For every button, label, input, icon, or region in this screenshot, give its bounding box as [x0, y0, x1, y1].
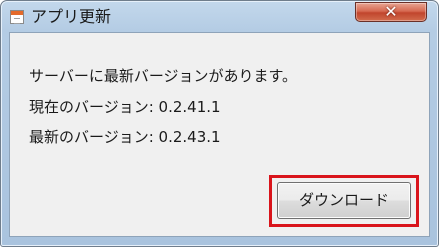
current-version-text: 現在のバージョン: 0.2.41.1: [29, 98, 221, 116]
window-title: アプリ更新: [31, 7, 112, 26]
app-window-icon: [10, 10, 24, 24]
close-button[interactable]: ✕: [355, 2, 427, 22]
dialog-body: サーバーに最新バージョンがあります。 現在のバージョン: 0.2.41.1 最新…: [9, 32, 430, 237]
close-icon: ✕: [384, 2, 398, 21]
download-button[interactable]: ダウンロード: [277, 182, 411, 219]
update-available-message: サーバーに最新バージョンがあります。: [29, 67, 298, 85]
latest-version-text: 最新のバージョン: 0.2.43.1: [29, 128, 221, 146]
app-update-dialog: アプリ更新 ✕ サーバーに最新バージョンがあります。 現在のバージョン: 0.2…: [0, 0, 439, 247]
title-bar[interactable]: アプリ更新 ✕: [1, 1, 438, 33]
